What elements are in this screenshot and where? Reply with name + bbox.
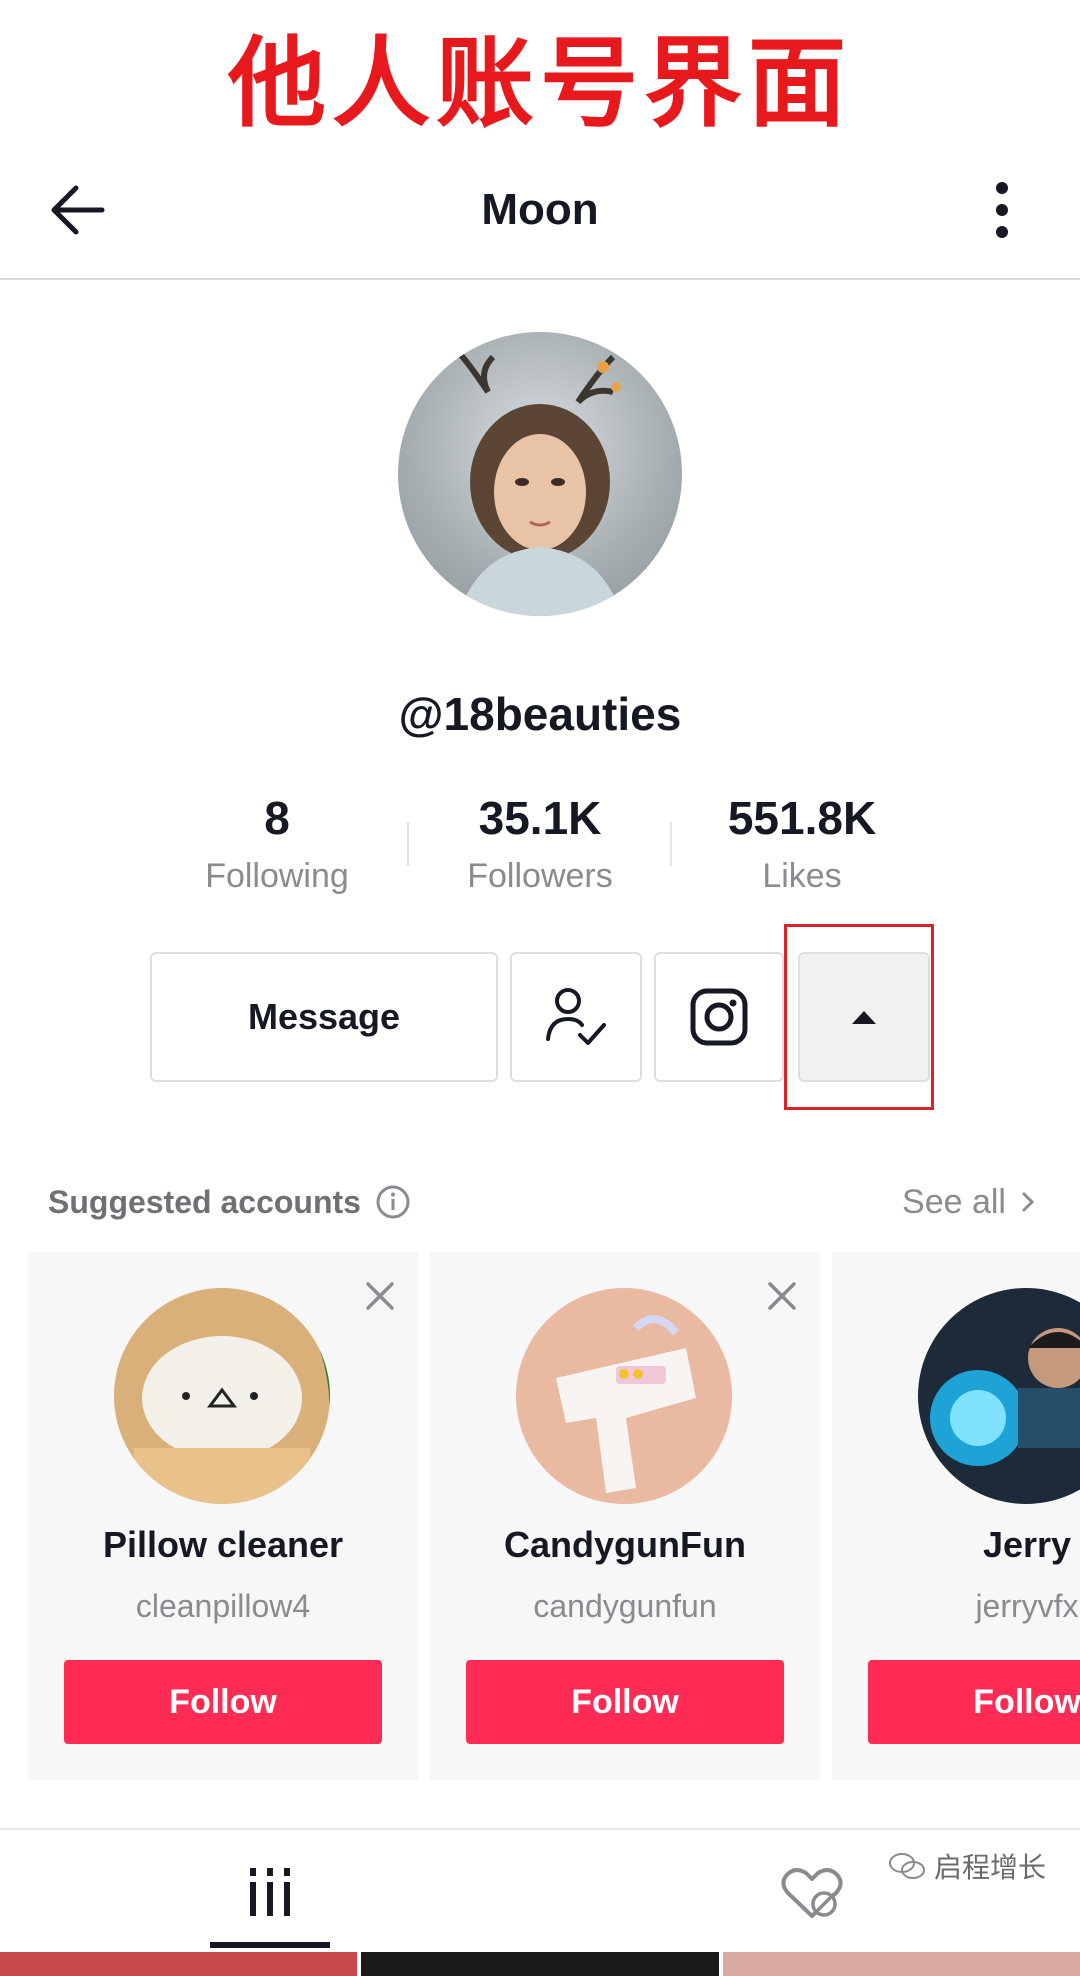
instagram-link-button[interactable] bbox=[654, 952, 784, 1082]
top-navigation-bar: Moon bbox=[0, 150, 1080, 280]
profile-username: @18beauties bbox=[398, 688, 682, 740]
instagram-icon bbox=[690, 988, 748, 1046]
see-all-link[interactable]: See all bbox=[902, 1176, 1036, 1228]
video-thumbnail-strip bbox=[0, 1952, 1080, 1976]
suggested-account-avatar[interactable] bbox=[114, 1288, 330, 1504]
tab-videos[interactable] bbox=[0, 1830, 540, 1964]
suggested-account-card[interactable]: Pillow cleaner cleanpillow4 Follow bbox=[28, 1252, 418, 1780]
info-icon[interactable] bbox=[375, 1184, 411, 1220]
page-title: Moon bbox=[481, 185, 599, 234]
suggested-account-avatar[interactable] bbox=[918, 1288, 1080, 1504]
chevron-right-icon bbox=[1022, 1192, 1035, 1212]
following-status-button[interactable] bbox=[510, 952, 642, 1082]
suggested-account-avatar[interactable] bbox=[516, 1288, 732, 1504]
followers-count: 35.1K bbox=[478, 792, 602, 844]
watermark-text: 启程增长 bbox=[934, 1851, 1047, 1884]
following-count: 8 bbox=[264, 792, 290, 844]
close-icon[interactable] bbox=[360, 1276, 400, 1316]
suggested-account-name: Jerry bbox=[982, 1524, 1072, 1565]
stat-divider bbox=[670, 822, 672, 866]
profile-avatar bbox=[398, 332, 682, 616]
follow-button[interactable]: Follow bbox=[868, 1660, 1080, 1744]
heart-hidden-icon bbox=[781, 1868, 843, 1918]
highlight-box bbox=[784, 924, 934, 1110]
follow-button[interactable]: Follow bbox=[466, 1660, 784, 1744]
wechat-icon bbox=[889, 1853, 925, 1879]
likes-count: 551.8K bbox=[727, 792, 877, 844]
likes-label: Likes bbox=[762, 857, 842, 895]
followers-label: Followers bbox=[467, 857, 613, 895]
suggested-account-handle: jerryvfx bbox=[975, 1588, 1079, 1624]
suggested-account-name: Pillow cleaner bbox=[102, 1524, 344, 1565]
suggested-accounts-title: Suggested accounts bbox=[48, 1184, 361, 1220]
grid-icon bbox=[250, 1868, 290, 1916]
suggested-account-handle: candygunfun bbox=[533, 1588, 717, 1624]
stat-divider bbox=[407, 822, 409, 866]
suggested-account-handle: cleanpillow4 bbox=[135, 1588, 311, 1624]
active-tab-indicator bbox=[210, 1942, 330, 1948]
stat-followers[interactable]: 35.1K Followers bbox=[420, 790, 660, 906]
following-label: Following bbox=[205, 857, 349, 895]
more-options-icon[interactable] bbox=[974, 170, 1030, 250]
stat-likes: 551.8K Likes bbox=[682, 790, 922, 906]
suggested-account-name: CandygunFun bbox=[504, 1524, 746, 1565]
suggested-account-card[interactable]: Jerry jerryvfx Follow bbox=[832, 1252, 1080, 1780]
stat-following[interactable]: 8 Following bbox=[157, 790, 397, 906]
user-check-icon bbox=[546, 988, 606, 1045]
banner-text: 他人账号界面 bbox=[227, 27, 852, 141]
suggested-account-card[interactable]: CandygunFun candygunfun Follow bbox=[430, 1252, 820, 1780]
video-thumbnail[interactable] bbox=[722, 1952, 1080, 1976]
follow-button[interactable]: Follow bbox=[64, 1660, 382, 1744]
message-button[interactable]: Message bbox=[150, 952, 498, 1082]
video-thumbnail[interactable] bbox=[0, 1952, 358, 1976]
video-thumbnail[interactable] bbox=[361, 1952, 719, 1976]
close-icon[interactable] bbox=[762, 1276, 802, 1316]
banner-title: 他人账号界面 bbox=[0, 0, 1080, 150]
see-all-label: See all bbox=[902, 1183, 1006, 1221]
watermark: 启程增长 bbox=[888, 1846, 1046, 1886]
suggested-accounts-header: Suggested accounts bbox=[48, 1176, 411, 1228]
